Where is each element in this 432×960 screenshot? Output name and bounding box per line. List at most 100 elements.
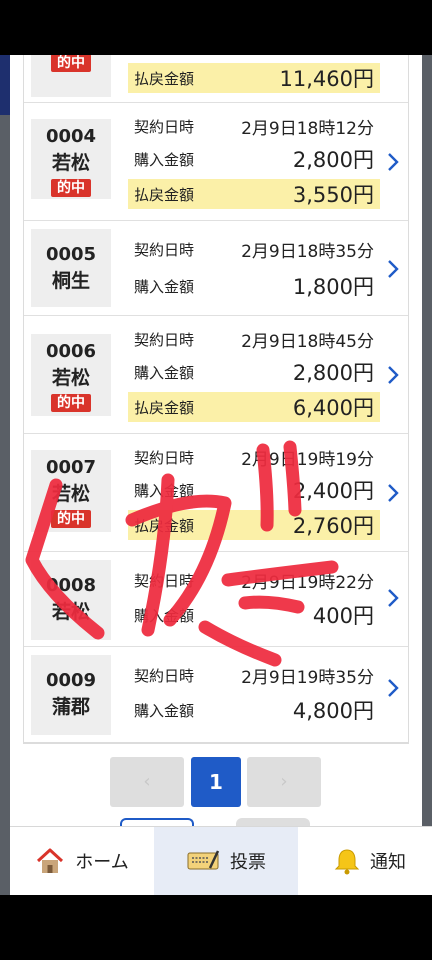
bet-place: 若松 bbox=[51, 367, 90, 389]
pagination: ‹ 1 › bbox=[110, 757, 322, 807]
purchase-amount: 4,800円 bbox=[292, 699, 374, 723]
chevron-right-icon[interactable] bbox=[382, 364, 404, 386]
tab-notifications[interactable]: 通知 bbox=[298, 827, 432, 895]
payout-amount: 6,400円 bbox=[292, 396, 374, 420]
bet-row[interactable]: 0009 蒲郡 契約日時 2月9日19時35分 購入金額 4,800円 bbox=[24, 647, 408, 743]
hit-badge: 的中 bbox=[51, 179, 91, 197]
contract-line: 契約日時 2月9日18時35分 bbox=[128, 234, 380, 264]
bet-id: 0006 bbox=[45, 341, 97, 362]
background-header-strip bbox=[0, 55, 10, 115]
chevron-right-icon[interactable] bbox=[382, 587, 404, 609]
bet-row[interactable]: 0005 桐生 契約日時 2月9日18時35分 購入金額 1,800円 bbox=[24, 221, 408, 316]
tab-label: 投票 bbox=[230, 852, 266, 873]
app-screen: 桐生 的中 払戻金額 11,460円 0004 若松 的中 契約日時 2月9日1… bbox=[0, 55, 432, 895]
purchase-label: 購入金額 bbox=[134, 277, 195, 296]
hit-badge: 的中 bbox=[51, 55, 91, 72]
purchase-label: 購入金額 bbox=[134, 481, 195, 500]
chevron-right-icon[interactable] bbox=[382, 151, 404, 173]
bet-number-box: 0009 蒲郡 bbox=[31, 655, 111, 735]
payout-label: 払戻金額 bbox=[134, 185, 195, 204]
contract-line: 契約日時 2月9日18時45分 bbox=[128, 324, 380, 354]
contract-time: 2月9日18時45分 bbox=[241, 331, 374, 352]
prev-page-button[interactable]: ‹ bbox=[110, 757, 184, 807]
bet-place: 桐生 bbox=[51, 270, 90, 292]
payout-amount: 3,550円 bbox=[292, 183, 374, 207]
contract-time: 2月9日19時22分 bbox=[241, 572, 374, 593]
purchase-amount: 2,400円 bbox=[292, 479, 374, 503]
bet-list-sheet: 桐生 的中 払戻金額 11,460円 0004 若松 的中 契約日時 2月9日1… bbox=[10, 55, 432, 895]
payout-label: 払戻金額 bbox=[134, 69, 195, 88]
contract-time: 2月9日18時12分 bbox=[241, 118, 374, 139]
chevron-right-icon[interactable] bbox=[382, 482, 404, 504]
system-navigation-bar bbox=[0, 895, 432, 960]
purchase-label: 購入金額 bbox=[134, 701, 195, 720]
bet-id: 0009 bbox=[45, 670, 97, 691]
bet-place: 若松 bbox=[51, 152, 90, 174]
contract-label: 契約日時 bbox=[134, 571, 195, 590]
next-page-button[interactable]: › bbox=[247, 757, 321, 807]
bet-id: 0007 bbox=[45, 457, 97, 478]
purchase-line: 購入金額 2,800円 bbox=[128, 144, 380, 174]
payout-line: 払戻金額 2,760円 bbox=[128, 510, 380, 540]
purchase-line: 購入金額 1,800円 bbox=[128, 271, 380, 301]
contract-line: 契約日時 2月9日19時19分 bbox=[128, 442, 380, 472]
bet-row[interactable]: 桐生 的中 払戻金額 11,460円 bbox=[24, 55, 408, 103]
chevron-right-icon[interactable] bbox=[382, 258, 404, 280]
contract-line: 契約日時 2月9日19時35分 bbox=[128, 660, 380, 690]
bet-place: 若松 bbox=[51, 601, 90, 623]
status-bar bbox=[0, 0, 432, 55]
contract-label: 契約日時 bbox=[134, 330, 195, 349]
bet-number-box: 0008 若松 bbox=[31, 560, 111, 640]
contract-time: 2月9日18時35分 bbox=[241, 241, 374, 262]
bottom-tab-bar: ホーム 投票 通知 bbox=[10, 826, 432, 895]
bet-place: 若松 bbox=[51, 483, 90, 505]
purchase-label: 購入金額 bbox=[134, 606, 195, 625]
purchase-line: 購入金額 4,800円 bbox=[128, 695, 380, 725]
payout-amount: 2,760円 bbox=[292, 514, 374, 538]
bet-id: 0005 bbox=[45, 244, 97, 265]
purchase-line: 購入金額 2,800円 bbox=[128, 357, 380, 387]
bet-row[interactable]: 0008 若松 契約日時 2月9日19時22分 購入金額 400円 bbox=[24, 552, 408, 647]
chevron-right-icon[interactable] bbox=[382, 677, 404, 699]
purchase-amount: 2,800円 bbox=[292, 361, 374, 385]
bet-list: 桐生 的中 払戻金額 11,460円 0004 若松 的中 契約日時 2月9日1… bbox=[23, 55, 409, 744]
bet-row[interactable]: 0007 若松 的中 契約日時 2月9日19時19分 購入金額 2,400円 払… bbox=[24, 434, 408, 552]
purchase-amount: 1,800円 bbox=[292, 275, 374, 299]
purchase-label: 購入金額 bbox=[134, 363, 195, 382]
hit-badge: 的中 bbox=[51, 510, 91, 528]
payout-line: 払戻金額 6,400円 bbox=[128, 392, 380, 422]
home-icon bbox=[37, 848, 64, 873]
contract-label: 契約日時 bbox=[134, 448, 195, 467]
payout-line: 払戻金額 3,550円 bbox=[128, 179, 380, 209]
bet-row[interactable]: 0004 若松 的中 契約日時 2月9日18時12分 購入金額 2,800円 払… bbox=[24, 103, 408, 221]
contract-label: 契約日時 bbox=[134, 666, 195, 685]
payout-label: 払戻金額 bbox=[134, 516, 195, 535]
purchase-amount: 400円 bbox=[312, 604, 374, 628]
purchase-amount: 2,800円 bbox=[292, 148, 374, 172]
tab-label: 通知 bbox=[370, 852, 406, 873]
contract-time: 2月9日19時35分 bbox=[241, 667, 374, 688]
bet-number-box: 0006 若松 的中 bbox=[31, 334, 111, 416]
tab-label: ホーム bbox=[75, 852, 129, 873]
purchase-line: 購入金額 2,400円 bbox=[128, 475, 380, 505]
bet-number-box: 0004 若松 的中 bbox=[31, 119, 111, 199]
bet-place: 蒲郡 bbox=[51, 696, 90, 718]
payout-line: 払戻金額 11,460円 bbox=[128, 63, 380, 93]
contract-line: 契約日時 2月9日19時22分 bbox=[128, 565, 380, 595]
bet-number-box: 0005 桐生 bbox=[31, 229, 111, 307]
bell-icon bbox=[334, 849, 360, 875]
page-1-button[interactable]: 1 bbox=[191, 757, 241, 807]
bet-number-box: 桐生 的中 bbox=[31, 55, 111, 97]
ticket-icon bbox=[187, 850, 220, 870]
bet-number-box: 0007 若松 的中 bbox=[31, 450, 111, 532]
purchase-line: 購入金額 400円 bbox=[128, 600, 380, 630]
bet-id: 0004 bbox=[45, 126, 97, 147]
payout-amount: 11,460円 bbox=[279, 67, 374, 91]
contract-time: 2月9日19時19分 bbox=[241, 449, 374, 470]
tab-home[interactable]: ホーム bbox=[10, 827, 154, 895]
tab-vote[interactable]: 投票 bbox=[154, 827, 298, 895]
payout-label: 払戻金額 bbox=[134, 398, 195, 417]
bet-row[interactable]: 0006 若松 的中 契約日時 2月9日18時45分 購入金額 2,800円 払… bbox=[24, 316, 408, 434]
contract-label: 契約日時 bbox=[134, 117, 195, 136]
bet-id: 0008 bbox=[45, 575, 97, 596]
